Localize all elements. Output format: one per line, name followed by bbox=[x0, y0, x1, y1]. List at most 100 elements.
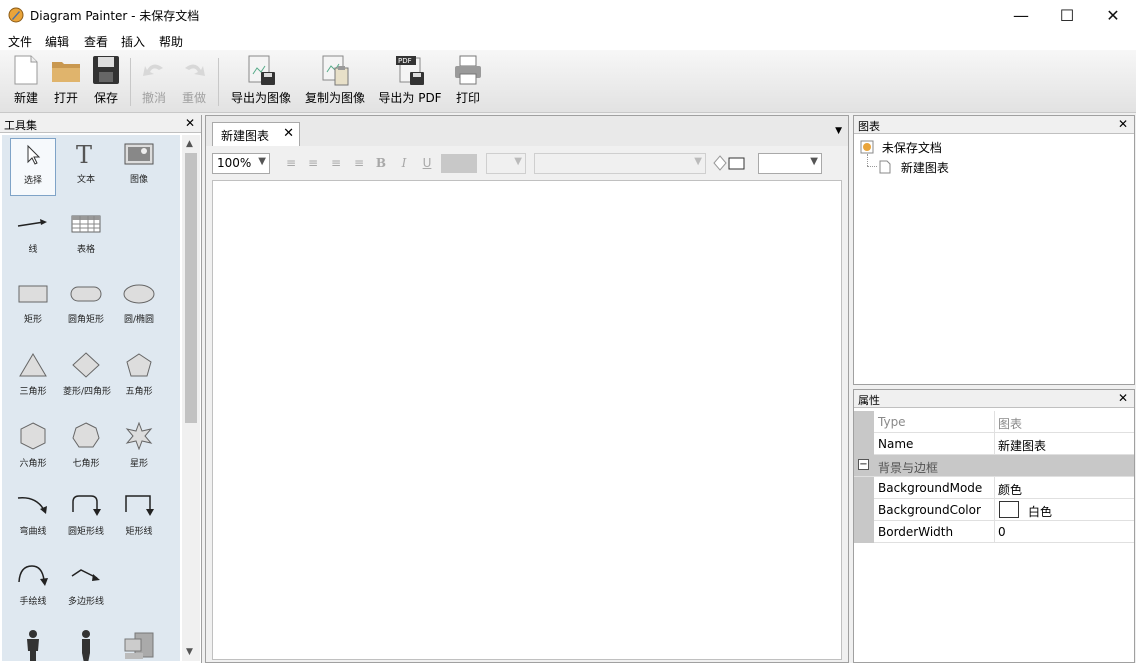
tool-freehand[interactable]: 手绘线 bbox=[10, 558, 56, 616]
chevron-down-icon: ▼ bbox=[258, 156, 266, 167]
menu-insert[interactable]: 插入 bbox=[121, 33, 145, 50]
undo-icon bbox=[143, 64, 163, 76]
cursor-icon bbox=[27, 144, 41, 165]
toolbox-scrollbar[interactable]: ▲ ▼ bbox=[182, 135, 200, 661]
fill-border-icon bbox=[713, 155, 745, 171]
tool-line[interactable]: 线 bbox=[10, 208, 56, 266]
tool-computer[interactable] bbox=[116, 625, 162, 661]
tab-list-dropdown-icon[interactable]: ▼ bbox=[835, 126, 842, 136]
toolbox-close-icon[interactable]: ✕ bbox=[185, 116, 195, 130]
menu-help[interactable]: 帮助 bbox=[159, 33, 183, 50]
align-center-icon[interactable]: ≡ bbox=[304, 154, 322, 172]
scrollbar-thumb[interactable] bbox=[185, 153, 197, 423]
drawing-canvas[interactable] bbox=[212, 180, 842, 660]
scroll-down-icon[interactable]: ▼ bbox=[186, 647, 193, 657]
tool-diamond[interactable]: 菱形/四角形 bbox=[63, 348, 111, 406]
ellipse-icon bbox=[123, 284, 155, 304]
document-tabs: 新建图表 ✕ ▼ bbox=[206, 116, 848, 146]
redo-icon bbox=[185, 64, 205, 76]
tree-close-icon[interactable]: ✕ bbox=[1118, 117, 1128, 131]
document-tab[interactable]: 新建图表 ✕ bbox=[212, 122, 300, 146]
tool-rectangle[interactable]: 矩形 bbox=[10, 278, 56, 336]
undo-button[interactable]: 撤消 bbox=[136, 54, 172, 110]
person-icon bbox=[82, 630, 90, 661]
save-button[interactable]: 保存 bbox=[88, 54, 124, 110]
collapse-icon[interactable]: − bbox=[858, 459, 869, 470]
tool-hexagon[interactable]: 六角形 bbox=[10, 418, 56, 476]
polyline-icon bbox=[71, 569, 100, 581]
tree-root-document[interactable]: 未保存文档 bbox=[860, 139, 942, 156]
font-size-select[interactable]: ▼ bbox=[486, 153, 526, 174]
tree-item-diagram[interactable]: 新建图表 bbox=[879, 159, 949, 176]
menu-edit[interactable]: 编辑 bbox=[45, 33, 69, 50]
new-document-icon bbox=[14, 55, 38, 85]
export-image-icon bbox=[248, 55, 275, 85]
bold-icon[interactable]: B bbox=[372, 154, 390, 172]
tool-pentagon[interactable]: 五角形 bbox=[116, 348, 162, 406]
print-button[interactable]: 打印 bbox=[452, 54, 484, 110]
color-swatch[interactable] bbox=[999, 501, 1019, 518]
align-justify-icon[interactable]: ≡ bbox=[350, 154, 368, 172]
tool-heptagon[interactable]: 七角形 bbox=[63, 418, 109, 476]
diamond-icon bbox=[72, 352, 100, 378]
tool-triangle[interactable]: 三角形 bbox=[10, 348, 56, 406]
prop-row-type: Type 图表 bbox=[854, 411, 1134, 433]
fill-border-style-button[interactable] bbox=[712, 154, 750, 173]
underline-icon[interactable]: U bbox=[418, 154, 436, 172]
save-disk-icon bbox=[93, 56, 119, 84]
tool-table[interactable]: 表格 bbox=[63, 208, 109, 266]
tab-close-icon[interactable]: ✕ bbox=[283, 126, 294, 141]
redo-button[interactable]: 重做 bbox=[176, 54, 212, 110]
computer-icon bbox=[124, 632, 154, 659]
document-logo-icon bbox=[860, 140, 874, 154]
tool-person-1[interactable] bbox=[10, 625, 56, 661]
new-button[interactable]: 新建 bbox=[8, 54, 44, 110]
tool-elbow-connector[interactable]: 矩形线 bbox=[116, 488, 162, 546]
prop-category-background[interactable]: − 背景与边框 bbox=[854, 455, 1134, 477]
tool-curve-line[interactable]: 弯曲线 bbox=[10, 488, 56, 546]
menu-view[interactable]: 查看 bbox=[84, 33, 108, 50]
toolbox-panel: 工具集 ✕ 选择 T 文本 图像 线 表格 矩形 圆角矩形 圆/椭圆 三角形 菱… bbox=[0, 115, 202, 663]
properties-close-icon[interactable]: ✕ bbox=[1118, 391, 1128, 405]
elbow-connector-icon bbox=[125, 495, 154, 516]
text-icon: T bbox=[76, 142, 92, 166]
line-width-select[interactable]: ▼ bbox=[758, 153, 822, 174]
export-image-button[interactable]: 导出为图像 bbox=[228, 54, 294, 110]
text-color-swatch[interactable] bbox=[441, 154, 477, 173]
tool-person-2[interactable] bbox=[63, 625, 109, 661]
align-right-icon[interactable]: ≡ bbox=[327, 154, 345, 172]
minimize-button[interactable]: — bbox=[998, 0, 1044, 30]
person-icon bbox=[27, 630, 39, 661]
menu-file[interactable]: 文件 bbox=[8, 33, 32, 50]
toolbox-header: 工具集 ✕ bbox=[0, 115, 201, 133]
tool-text[interactable]: T 文本 bbox=[63, 138, 109, 196]
svg-text:T: T bbox=[76, 142, 92, 166]
line-arrow-icon bbox=[17, 219, 47, 227]
maximize-button[interactable]: ☐ bbox=[1044, 0, 1090, 30]
copy-image-button[interactable]: 复制为图像 bbox=[302, 54, 368, 110]
folder-icon bbox=[52, 62, 80, 82]
prop-row-background-mode[interactable]: BackgroundMode 颜色 bbox=[854, 477, 1134, 499]
tool-image[interactable]: 图像 bbox=[116, 138, 162, 196]
prop-row-name[interactable]: Name 新建图表 bbox=[854, 433, 1134, 455]
tool-rounded-rectangle[interactable]: 圆角矩形 bbox=[63, 278, 109, 336]
scroll-up-icon[interactable]: ▲ bbox=[186, 139, 193, 149]
font-family-select[interactable]: ▼ bbox=[534, 153, 706, 174]
chevron-down-icon: ▼ bbox=[810, 156, 818, 167]
prop-row-border-width[interactable]: BorderWidth 0 bbox=[854, 521, 1134, 543]
prop-row-background-color[interactable]: BackgroundColor 白色 bbox=[854, 499, 1134, 521]
zoom-select[interactable]: 100% ▼ bbox=[212, 153, 270, 174]
align-left-icon[interactable]: ≡ bbox=[282, 154, 300, 172]
tool-rounded-connector[interactable]: 圆矩形线 bbox=[63, 488, 109, 546]
tool-ellipse[interactable]: 圆/椭圆 bbox=[116, 278, 162, 336]
tool-star[interactable]: 星形 bbox=[116, 418, 162, 476]
tool-select[interactable]: 选择 bbox=[10, 138, 56, 196]
chevron-down-icon: ▼ bbox=[514, 156, 522, 167]
copy-image-icon bbox=[322, 55, 349, 86]
export-pdf-button[interactable]: PDF 导出为 PDF bbox=[376, 54, 444, 110]
italic-icon[interactable]: I bbox=[395, 154, 413, 172]
close-button[interactable]: ✕ bbox=[1090, 0, 1136, 30]
tool-polyline[interactable]: 多边形线 bbox=[63, 558, 109, 616]
page-icon bbox=[879, 160, 891, 174]
open-button[interactable]: 打开 bbox=[48, 54, 84, 110]
